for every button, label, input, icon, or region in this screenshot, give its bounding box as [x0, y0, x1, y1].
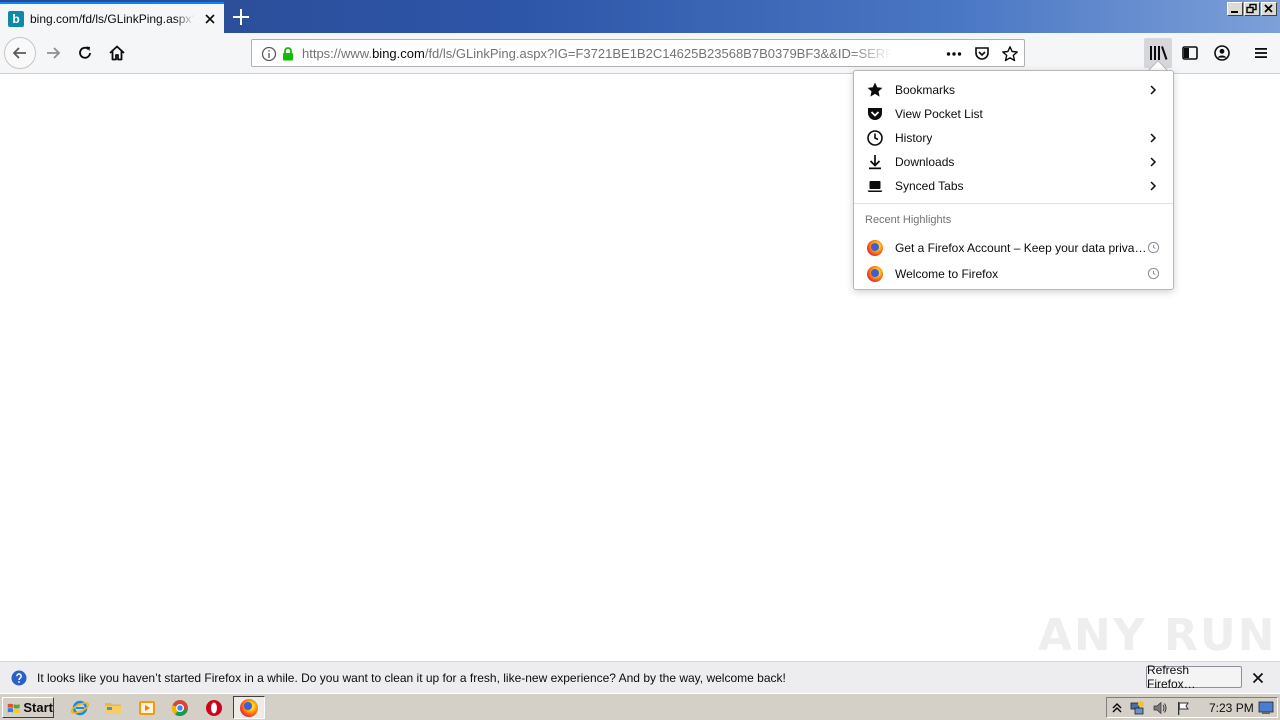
minimize-button[interactable] — [1227, 2, 1243, 16]
pocket-icon[interactable] — [973, 45, 991, 63]
firefox-taskbar-button[interactable] — [233, 696, 265, 719]
tab-title: bing.com/fd/ls/GLinkPing.aspx?IG=F3721BE… — [30, 11, 194, 26]
firefox-logo-icon — [240, 698, 258, 717]
library-item-pocket[interactable]: View Pocket List — [860, 102, 1168, 126]
navigation-toolbar: https://www.bing.com/fd/ls/GLinkPing.asp… — [0, 33, 1280, 74]
internet-explorer-icon[interactable] — [70, 699, 90, 717]
highlight-item[interactable]: Welcome to Firefox — [860, 262, 1168, 286]
notification-text: It looks like you haven’t started Firefo… — [37, 670, 786, 685]
system-clock[interactable]: 7:23 PM — [1209, 701, 1254, 715]
media-player-icon[interactable] — [138, 699, 156, 717]
arrow-right-icon — [47, 47, 61, 59]
info-icon[interactable] — [260, 45, 278, 63]
file-explorer-icon[interactable] — [104, 699, 122, 717]
tab-close-icon[interactable] — [202, 11, 218, 27]
home-icon — [109, 45, 125, 61]
start-button[interactable]: Start — [2, 697, 54, 718]
refresh-notification-bar: It looks like you haven’t started Firefo… — [0, 661, 1280, 693]
synced-tabs-icon — [866, 177, 884, 195]
windows-logo-icon — [7, 703, 20, 713]
tab-strip: b bing.com/fd/ls/GLinkPing.aspx?IG=F3721… — [0, 0, 1280, 33]
close-window-button[interactable] — [1261, 2, 1277, 16]
opera-icon[interactable] — [205, 699, 223, 717]
system-tray: 7:23 PM — [1106, 697, 1278, 718]
library-item-synced-tabs[interactable]: Synced Tabs — [860, 174, 1168, 198]
history-clock-icon — [1147, 267, 1160, 280]
library-item-bookmarks[interactable]: Bookmarks — [860, 78, 1168, 102]
chevron-right-icon — [1150, 157, 1157, 167]
history-clock-icon — [1147, 241, 1160, 254]
windows-taskbar: Start 7:23 PM — [0, 693, 1280, 720]
refresh-firefox-button[interactable]: Refresh Firefox… — [1146, 663, 1242, 691]
url-bar[interactable]: https://www.bing.com/fd/ls/GLinkPing.asp… — [251, 39, 1025, 67]
panel-divider — [854, 203, 1173, 204]
reload-icon — [79, 46, 91, 59]
secure-lock-icon[interactable] — [279, 45, 297, 63]
network-icon[interactable] — [1129, 700, 1145, 716]
sidebar-icon — [1182, 46, 1198, 60]
firefox-logo-icon — [866, 265, 884, 283]
close-notification-icon[interactable] — [1250, 670, 1266, 686]
chrome-icon[interactable] — [171, 699, 189, 717]
window-controls — [1227, 2, 1277, 16]
question-icon — [11, 670, 27, 686]
show-hidden-icons-icon[interactable] — [1111, 701, 1123, 715]
sidebar-button[interactable] — [1176, 38, 1204, 68]
chevron-right-icon — [1150, 181, 1157, 191]
hamburger-icon — [1255, 48, 1267, 58]
forward-button[interactable] — [37, 37, 69, 69]
reload-button[interactable] — [69, 37, 101, 69]
pocket-icon — [866, 105, 884, 123]
chevron-right-icon — [1150, 85, 1157, 95]
bookmark-star-icon[interactable] — [1001, 45, 1019, 63]
action-center-flag-icon[interactable] — [1175, 700, 1191, 716]
active-tab[interactable]: b bing.com/fd/ls/GLinkPing.aspx?IG=F3721… — [0, 2, 224, 33]
url-text[interactable]: https://www.bing.com/fd/ls/GLinkPing.asp… — [302, 46, 892, 61]
library-item-history[interactable]: History — [860, 126, 1168, 150]
star-filled-icon — [866, 81, 884, 99]
firefox-logo-icon — [866, 239, 884, 257]
recent-highlights-header: Recent Highlights — [865, 214, 952, 226]
page-actions-icon[interactable] — [945, 45, 963, 63]
new-tab-button[interactable] — [229, 5, 253, 29]
restore-button[interactable] — [1244, 2, 1260, 16]
chevron-right-icon — [1150, 133, 1157, 143]
back-button[interactable] — [4, 37, 36, 69]
library-item-downloads[interactable]: Downloads — [860, 150, 1168, 174]
clock-icon — [866, 129, 884, 147]
library-panel: Bookmarks View Pocket List History Downl… — [853, 70, 1174, 290]
highlight-item[interactable]: Get a Firefox Account – Keep your data p… — [860, 236, 1168, 260]
anyrun-watermark: ANY RUN — [1038, 610, 1277, 661]
show-desktop-icon[interactable] — [1258, 701, 1274, 715]
bing-favicon-icon: b — [8, 10, 24, 27]
account-button[interactable] — [1208, 38, 1236, 68]
menu-button[interactable] — [1247, 38, 1275, 68]
speaker-icon[interactable] — [1152, 700, 1168, 716]
arrow-left-icon — [12, 47, 26, 59]
account-icon — [1214, 45, 1230, 61]
home-button[interactable] — [101, 37, 133, 69]
download-icon — [866, 153, 884, 171]
